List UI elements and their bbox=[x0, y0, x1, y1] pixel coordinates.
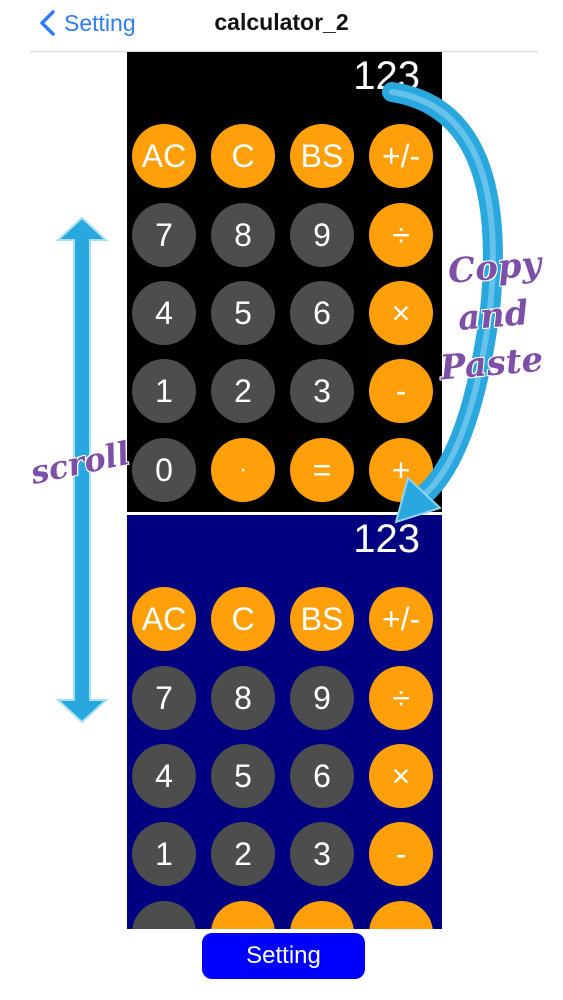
key-6[interactable]: 6 bbox=[290, 281, 354, 345]
key-backspace[interactable]: BS bbox=[290, 124, 354, 188]
key-7[interactable]: 7 bbox=[132, 666, 196, 730]
key-5[interactable]: 5 bbox=[211, 744, 275, 808]
key-multiply[interactable]: × bbox=[369, 744, 433, 808]
key-decimal[interactable]: · bbox=[211, 438, 275, 502]
scroll-arrow-icon bbox=[55, 216, 109, 724]
key-8[interactable]: 8 bbox=[211, 203, 275, 267]
scroll-annotation: scroll bbox=[27, 434, 133, 492]
key-clear[interactable]: C bbox=[211, 587, 275, 651]
key-sign[interactable]: +/- bbox=[369, 587, 433, 651]
key-1[interactable]: 1 bbox=[132, 822, 196, 886]
key-4[interactable]: 4 bbox=[132, 281, 196, 345]
key-partial[interactable] bbox=[132, 901, 196, 929]
key-clear[interactable]: C bbox=[211, 124, 275, 188]
key-equals[interactable]: = bbox=[290, 438, 354, 502]
key-0[interactable]: 0 bbox=[132, 438, 196, 502]
key-9[interactable]: 9 bbox=[290, 666, 354, 730]
key-sign[interactable]: +/- bbox=[369, 124, 433, 188]
paste-annotation: Paste bbox=[438, 339, 545, 389]
key-2[interactable]: 2 bbox=[211, 822, 275, 886]
navigation-bar: Setting calculator_2 bbox=[0, 0, 563, 52]
key-divide[interactable]: ÷ bbox=[369, 203, 433, 267]
calculator-scroll-view[interactable]: 123 AC C BS +/- 7 8 9 ÷ 4 5 6 × 1 2 3-0 · = + 123 AC C BS +/… bbox=[127, 52, 442, 929]
key-all-clear[interactable]: AC bbox=[132, 124, 196, 188]
calculator-display: 123 bbox=[353, 517, 420, 561]
key-3[interactable]: 3 bbox=[290, 822, 354, 886]
key-7[interactable]: 7 bbox=[132, 203, 196, 267]
calculator-black: 123 AC C BS +/- 7 8 9 ÷ 4 5 6 × 1 2 3-0 · = + bbox=[127, 52, 442, 512]
key-backspace[interactable]: BS bbox=[290, 587, 354, 651]
key-add[interactable]: + bbox=[369, 438, 433, 502]
key-subtract[interactable]: - bbox=[369, 822, 433, 886]
key-8[interactable]: 8 bbox=[211, 666, 275, 730]
key-1[interactable]: 1 bbox=[132, 359, 196, 423]
key-4[interactable]: 4 bbox=[132, 744, 196, 808]
calculator-display: 123 bbox=[353, 54, 420, 98]
key-partial[interactable] bbox=[211, 901, 275, 929]
page-title: calculator_2 bbox=[214, 9, 349, 35]
key-divide[interactable]: ÷ bbox=[369, 666, 433, 730]
key-5[interactable]: 5 bbox=[211, 281, 275, 345]
key-9[interactable]: 9 bbox=[290, 203, 354, 267]
key-subtract[interactable]: - bbox=[369, 359, 433, 423]
setting-button[interactable]: Setting bbox=[202, 933, 365, 979]
and-annotation: and bbox=[456, 293, 531, 339]
key-2[interactable]: 2 bbox=[211, 359, 275, 423]
key-3[interactable]: 3 bbox=[290, 359, 354, 423]
key-partial[interactable] bbox=[369, 901, 433, 929]
copy-annotation: Copy bbox=[446, 244, 543, 292]
key-all-clear[interactable]: AC bbox=[132, 587, 196, 651]
key-partial[interactable] bbox=[290, 901, 354, 929]
key-6[interactable]: 6 bbox=[290, 744, 354, 808]
key-multiply[interactable]: × bbox=[369, 281, 433, 345]
calculator-navy: 123 AC C BS +/- 7 8 9 ÷ 4 5 6 × 1 2 3- bbox=[127, 515, 442, 929]
